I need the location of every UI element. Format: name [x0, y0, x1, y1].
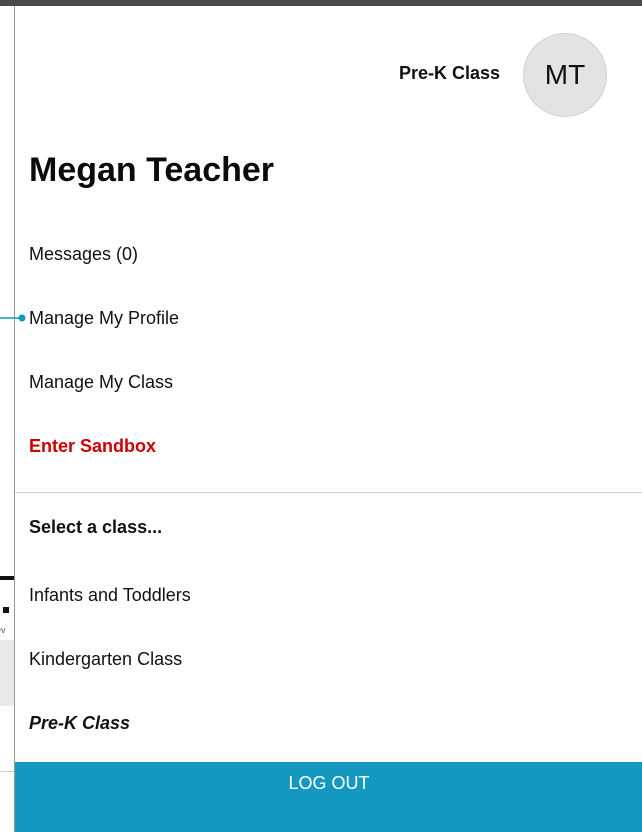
messages-link[interactable]: Messages (0): [29, 244, 138, 265]
background-divider: [0, 576, 14, 580]
class-option-kindergarten[interactable]: Kindergarten Class: [29, 649, 182, 670]
class-option-infants[interactable]: Infants and Toddlers: [29, 585, 191, 606]
manage-profile-link[interactable]: Manage My Profile: [29, 308, 179, 329]
logout-button[interactable]: LOG OUT: [15, 762, 642, 832]
background-page: ev: [0, 6, 14, 832]
background-line: [0, 771, 14, 772]
select-class-heading: Select a class...: [29, 517, 163, 537]
class-option-pre-k-current[interactable]: Pre-K Class: [29, 713, 130, 734]
background-text: ev: [0, 625, 6, 635]
avatar[interactable]: MT: [523, 33, 607, 117]
enter-sandbox-link[interactable]: Enter Sandbox: [29, 436, 156, 457]
user-name: Megan Teacher: [29, 151, 275, 189]
manage-class-link[interactable]: Manage My Class: [29, 372, 173, 393]
annotation-pointer-icon: [0, 314, 26, 322]
panel-header: Pre-K Class MT: [15, 6, 642, 117]
current-class-label: Pre-K Class: [398, 63, 500, 83]
background-mark: [3, 607, 9, 613]
background-block: [0, 640, 14, 706]
account-menu-panel: Pre-K Class MT Megan Teacher Messages (0…: [14, 6, 642, 832]
menu-divider: [15, 492, 642, 493]
